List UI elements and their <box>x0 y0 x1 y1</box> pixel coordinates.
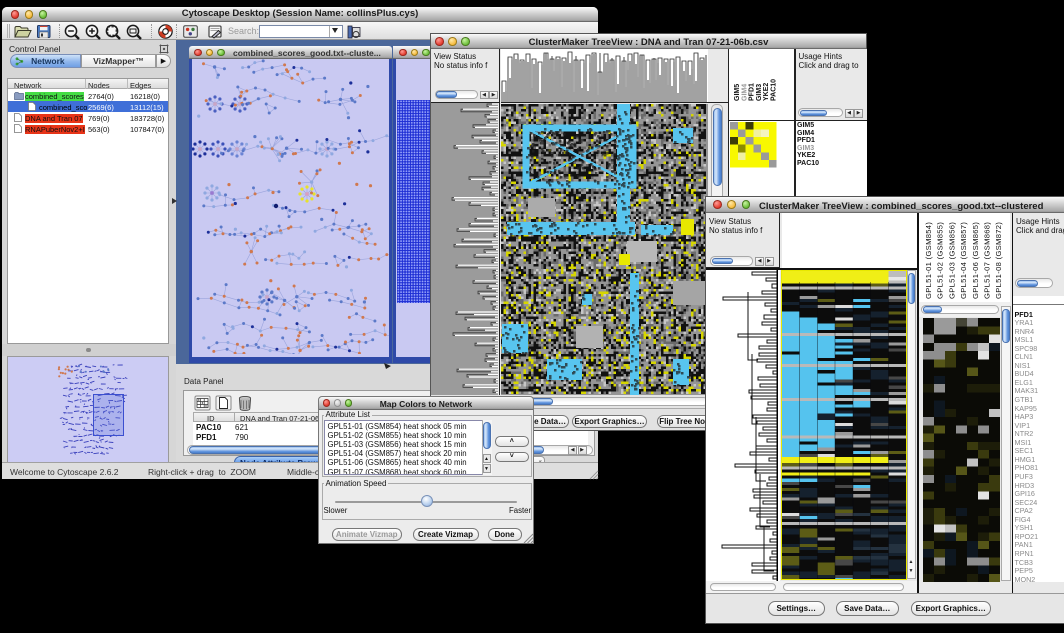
svg-text:GPL51-01 (GSM854): GPL51-01 (GSM854) <box>924 222 933 299</box>
svg-text:GIM3: GIM3 <box>756 84 763 101</box>
svg-text:GPL51-02 (GSM855): GPL51-02 (GSM855) <box>936 222 945 299</box>
svg-text:GPL51-03 (GSM856): GPL51-03 (GSM856) <box>947 222 956 299</box>
svg-text:GPL51-07 (GSM868): GPL51-07 (GSM868) <box>983 222 992 299</box>
svg-text:GPL51-08 (GSM872): GPL51-08 (GSM872) <box>994 222 1003 299</box>
svg-text:YKE2: YKE2 <box>763 83 770 101</box>
svg-text:GPL51-04 (GSM857): GPL51-04 (GSM857) <box>959 222 968 299</box>
svg-text:GIM4: GIM4 <box>741 84 748 101</box>
svg-text:PAC10: PAC10 <box>771 79 778 101</box>
svg-text:PFD1: PFD1 <box>749 83 756 101</box>
svg-text:GIM5: GIM5 <box>734 84 741 101</box>
svg-text:GPL51-06 (GSM865): GPL51-06 (GSM865) <box>971 222 980 299</box>
